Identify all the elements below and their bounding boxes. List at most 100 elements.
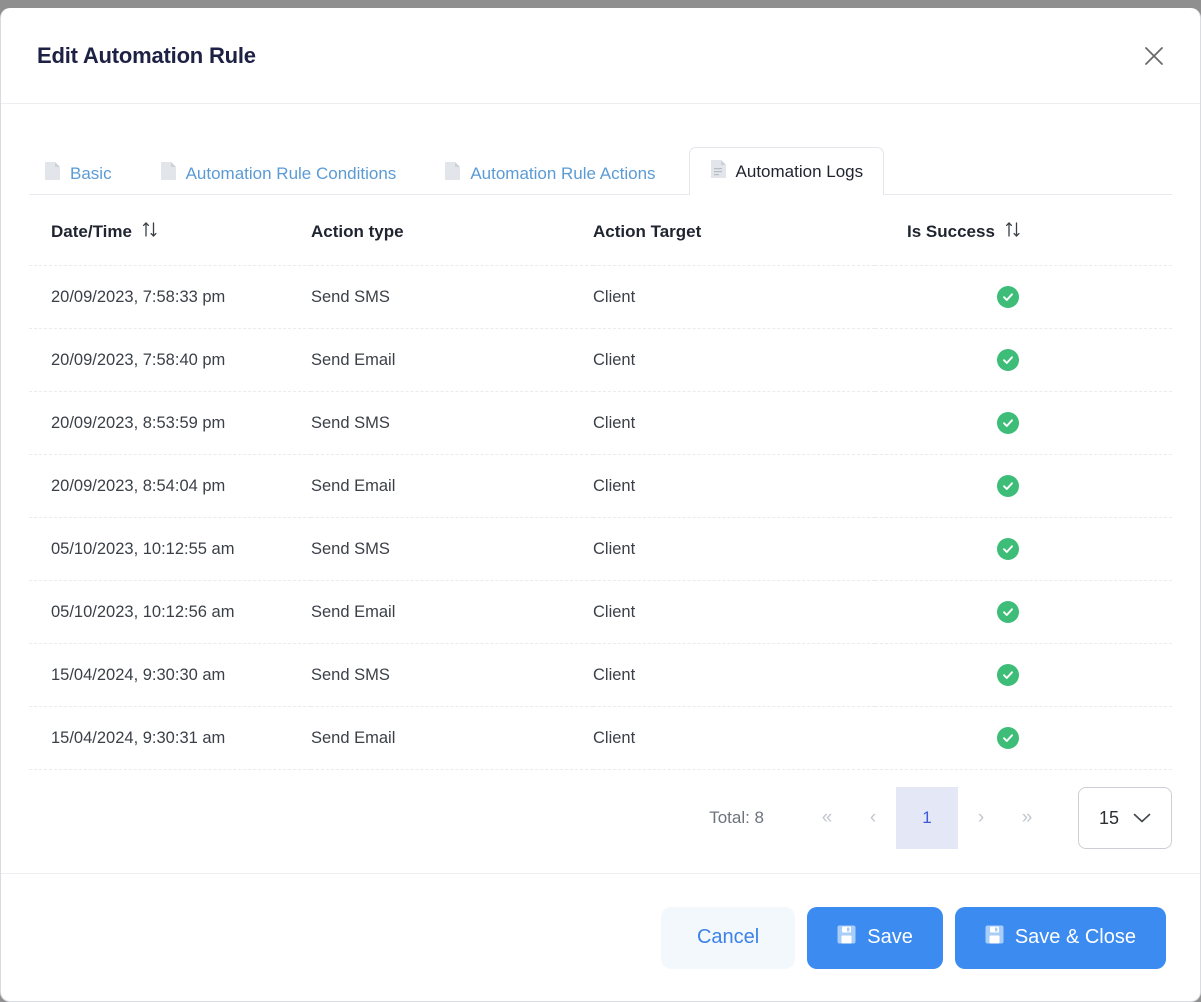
success-check-icon [997,286,1019,308]
status-badge [997,601,1019,623]
status-badge [997,475,1019,497]
cell-action-target: Client [593,391,875,455]
table-row[interactable]: 20/09/2023, 8:53:59 pm Send SMS Client [29,391,1172,455]
column-header-is-success[interactable]: Is Success [875,195,1172,266]
table-head: Date/Time Action type Action Target Is S… [29,195,1172,266]
cell-action-target: Client [593,643,875,707]
dialog-footer: Cancel Save Save & Close [1,873,1200,1001]
document-icon [44,161,61,186]
dialog-body: Basic Automation Rule Conditions Automat… [1,104,1200,873]
cell-datetime: 20/09/2023, 8:54:04 pm [29,454,311,518]
save-button[interactable]: Save [807,906,943,969]
column-header-action-target: Action Target [593,195,875,266]
success-check-icon [997,538,1019,560]
tab-basic-label: Basic [70,163,112,183]
cell-action-type: Send Email [311,706,593,770]
pagination-prev-button[interactable]: ‹ [850,795,896,841]
save-and-close-button-label: Save & Close [1014,926,1136,948]
automation-logs-table-container: Date/Time Action type Action Target Is S… [29,195,1172,770]
document-icon [160,161,177,186]
cell-action-type: Send SMS [311,517,593,581]
cell-is-success [875,391,1172,455]
cell-action-target: Client [593,706,875,770]
save-button-label: Save [867,926,913,948]
status-badge [997,538,1019,560]
tab-automation-rule-conditions[interactable]: Automation Rule Conditions [145,151,412,195]
cell-is-success [875,580,1172,644]
pagination-next-button[interactable]: › [958,795,1004,841]
cell-action-type: Send Email [311,454,593,518]
status-badge [997,412,1019,434]
success-check-icon [997,601,1019,623]
status-badge [997,286,1019,308]
cell-action-target: Client [593,265,875,329]
cell-action-type: Send SMS [311,391,593,455]
table-row[interactable]: 05/10/2023, 10:12:55 am Send SMS Client [29,517,1172,581]
pagination-total-label: Total: 8 [709,808,764,827]
column-header-datetime[interactable]: Date/Time [29,195,311,266]
tab-automation-logs[interactable]: Automation Logs [688,147,885,196]
cell-datetime: 15/04/2024, 9:30:30 am [29,643,311,707]
column-header-action-target-label: Action Target [593,222,702,241]
cell-datetime: 05/10/2023, 10:12:55 am [29,517,311,581]
status-badge [997,727,1019,749]
sort-toggle-icon[interactable] [142,221,158,243]
save-floppy-icon [985,925,1004,950]
pagination-last-button[interactable]: » [1004,795,1050,841]
pagination-first-button[interactable]: « [804,795,850,841]
cell-datetime: 20/09/2023, 7:58:33 pm [29,265,311,329]
table-header-row: Date/Time Action type Action Target Is S… [29,195,1172,266]
cell-action-type: Send SMS [311,265,593,329]
success-check-icon [997,349,1019,371]
save-floppy-icon [837,925,856,950]
cell-is-success [875,454,1172,518]
tab-bar: Basic Automation Rule Conditions Automat… [29,140,1172,196]
success-check-icon [997,475,1019,497]
document-icon [444,161,461,186]
cell-action-target: Client [593,580,875,644]
page-title: Edit Automation Rule [37,42,256,68]
chevron-down-icon [1133,808,1151,829]
cell-action-target: Client [593,454,875,518]
tab-automation-rule-actions-label: Automation Rule Actions [470,163,656,183]
cancel-button[interactable]: Cancel [660,906,796,969]
table-row[interactable]: 20/09/2023, 8:54:04 pm Send Email Client [29,454,1172,518]
page-size-select[interactable]: 15 [1078,787,1172,849]
automation-logs-table: Date/Time Action type Action Target Is S… [29,195,1172,770]
pagination-page-1-button[interactable]: 1 [896,787,958,849]
cell-is-success [875,517,1172,581]
cell-is-success [875,265,1172,329]
close-icon[interactable] [1136,38,1172,74]
table-row[interactable]: 05/10/2023, 10:12:56 am Send Email Client [29,580,1172,644]
column-header-datetime-label: Date/Time [51,222,132,241]
success-check-icon [997,412,1019,434]
cell-is-success [875,643,1172,707]
pagination-bar: Total: 8 « ‹ 1 › » 15 [29,770,1172,864]
column-header-action-type: Action type [311,195,593,266]
cell-action-type: Send Email [311,328,593,392]
table-row[interactable]: 15/04/2024, 9:30:30 am Send SMS Client [29,643,1172,707]
table-row[interactable]: 15/04/2024, 9:30:31 am Send Email Client [29,706,1172,770]
status-badge [997,349,1019,371]
cell-datetime: 05/10/2023, 10:12:56 am [29,580,311,644]
success-check-icon [997,727,1019,749]
tab-automation-logs-label: Automation Logs [735,161,864,181]
table-body: 20/09/2023, 7:58:33 pm Send SMS Client 20/0… [29,265,1172,770]
success-check-icon [997,664,1019,686]
table-row[interactable]: 20/09/2023, 7:58:40 pm Send Email Client [29,328,1172,392]
sort-toggle-icon[interactable] [1005,221,1021,243]
save-and-close-button[interactable]: Save & Close [954,906,1166,969]
column-header-action-type-label: Action type [311,222,404,241]
tab-automation-rule-actions[interactable]: Automation Rule Actions [429,151,670,195]
tab-basic[interactable]: Basic [29,151,127,195]
close-icon-glyph [1145,46,1163,65]
page-size-value: 15 [1098,807,1120,828]
column-header-is-success-label: Is Success [907,222,995,241]
dialog-header: Edit Automation Rule [1,8,1200,104]
table-row[interactable]: 20/09/2023, 7:58:33 pm Send SMS Client [29,265,1172,329]
status-badge [997,664,1019,686]
tab-automation-rule-conditions-label: Automation Rule Conditions [185,163,397,183]
cell-action-target: Client [593,517,875,581]
cell-action-target: Client [593,328,875,392]
cell-is-success [875,706,1172,770]
